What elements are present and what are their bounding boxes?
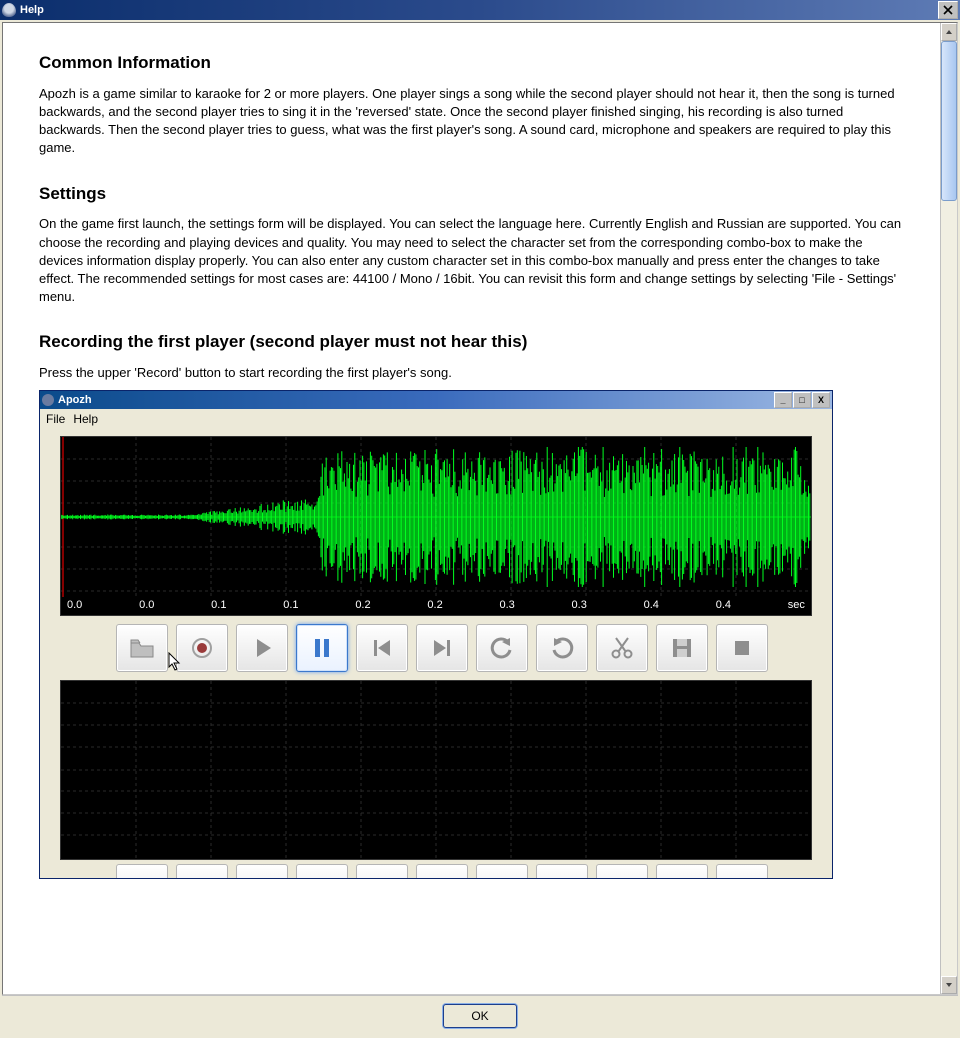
heading-recording: Recording the first player (second playe… [39,330,904,354]
redo-button-2[interactable] [536,864,588,878]
save-button-2[interactable] [656,864,708,878]
axis-tick: 0.1 [283,598,298,613]
axis-tick: 0.2 [355,598,370,613]
open-button[interactable] [116,624,168,672]
scrollbar-track[interactable] [941,41,957,976]
pause-button[interactable] [296,624,348,672]
skip-end-button[interactable] [416,624,468,672]
skip-end-button-2[interactable] [416,864,468,878]
stop-icon [728,634,756,662]
ok-button[interactable]: OK [443,1004,517,1028]
undo-button-2[interactable] [476,864,528,878]
help-content: Common Information Apozh is a game simil… [3,23,940,994]
toolbar-bottom [60,864,812,878]
undo-button[interactable] [476,624,528,672]
inner-window-title: Apozh [58,393,92,408]
toolbar-top [60,624,812,672]
close-button[interactable] [938,1,958,19]
menu-file[interactable]: File [46,411,65,428]
embedded-app-window: Apozh _ □ X File Help [39,390,833,879]
titlebar: Help [0,0,960,20]
axis-tick: 0.1 [211,598,226,613]
scroll-down-button[interactable] [941,976,957,994]
axis-tick: 0.2 [427,598,442,613]
cut-button[interactable] [596,624,648,672]
skip-start-button-2[interactable] [356,864,408,878]
axis-unit: sec [788,598,805,613]
scissors-icon [608,634,636,662]
skip-end-icon [428,634,456,662]
record-button-2[interactable] [176,864,228,878]
paragraph-settings: On the game first launch, the settings f… [39,215,904,306]
minimize-button[interactable]: _ [774,392,792,408]
menubar: File Help [40,409,832,430]
vertical-scrollbar[interactable] [940,23,957,994]
axis-tick: 0.3 [572,598,587,613]
skip-start-icon [368,634,396,662]
pause-button-2[interactable] [296,864,348,878]
heading-settings: Settings [39,182,904,206]
chevron-up-icon [945,28,953,36]
play-icon [248,634,276,662]
record-icon [188,634,216,662]
skip-start-button[interactable] [356,624,408,672]
play-button[interactable] [236,624,288,672]
play-button-2[interactable] [236,864,288,878]
redo-button[interactable] [536,624,588,672]
paragraph-recording: Press the upper 'Record' button to start… [39,364,904,382]
close-icon [943,5,953,15]
app-icon [2,3,16,17]
ok-button-label: OK [471,1009,488,1023]
waveform-top[interactable]: 0.0 0.0 0.1 0.1 0.2 0.2 0.3 0.3 0.4 0.4 … [60,436,812,616]
record-button[interactable] [176,624,228,672]
redo-icon [548,634,576,662]
paragraph-common-info: Apozh is a game similar to karaoke for 2… [39,85,904,158]
cut-button-2[interactable] [596,864,648,878]
floppy-icon [668,634,696,662]
scrollbar-thumb[interactable] [941,41,957,201]
undo-icon [488,634,516,662]
axis-tick: 0.0 [67,598,82,613]
axis-tick: 0.3 [499,598,514,613]
dialog-button-bar: OK [2,995,958,1036]
open-button-2[interactable] [116,864,168,878]
folder-icon [128,634,156,662]
axis-tick: 0.4 [716,598,731,613]
help-window: Help Common Information Apozh is a game … [0,0,960,1038]
inner-titlebar: Apozh _ □ X [40,391,832,409]
stop-button[interactable] [716,624,768,672]
save-button[interactable] [656,624,708,672]
heading-common-info: Common Information [39,51,904,75]
chevron-down-icon [945,981,953,989]
waveform-bottom[interactable] [60,680,812,860]
axis-tick: 0.4 [644,598,659,613]
window-title: Help [20,4,44,16]
inner-close-button[interactable]: X [812,392,830,408]
stop-button-2[interactable] [716,864,768,878]
inner-app-icon [42,394,54,406]
pause-icon [308,634,336,662]
maximize-button[interactable]: □ [793,392,811,408]
axis-tick: 0.0 [139,598,154,613]
menu-help[interactable]: Help [73,411,98,428]
time-axis: 0.0 0.0 0.1 0.1 0.2 0.2 0.3 0.3 0.4 0.4 … [61,598,811,613]
scroll-up-button[interactable] [941,23,957,41]
